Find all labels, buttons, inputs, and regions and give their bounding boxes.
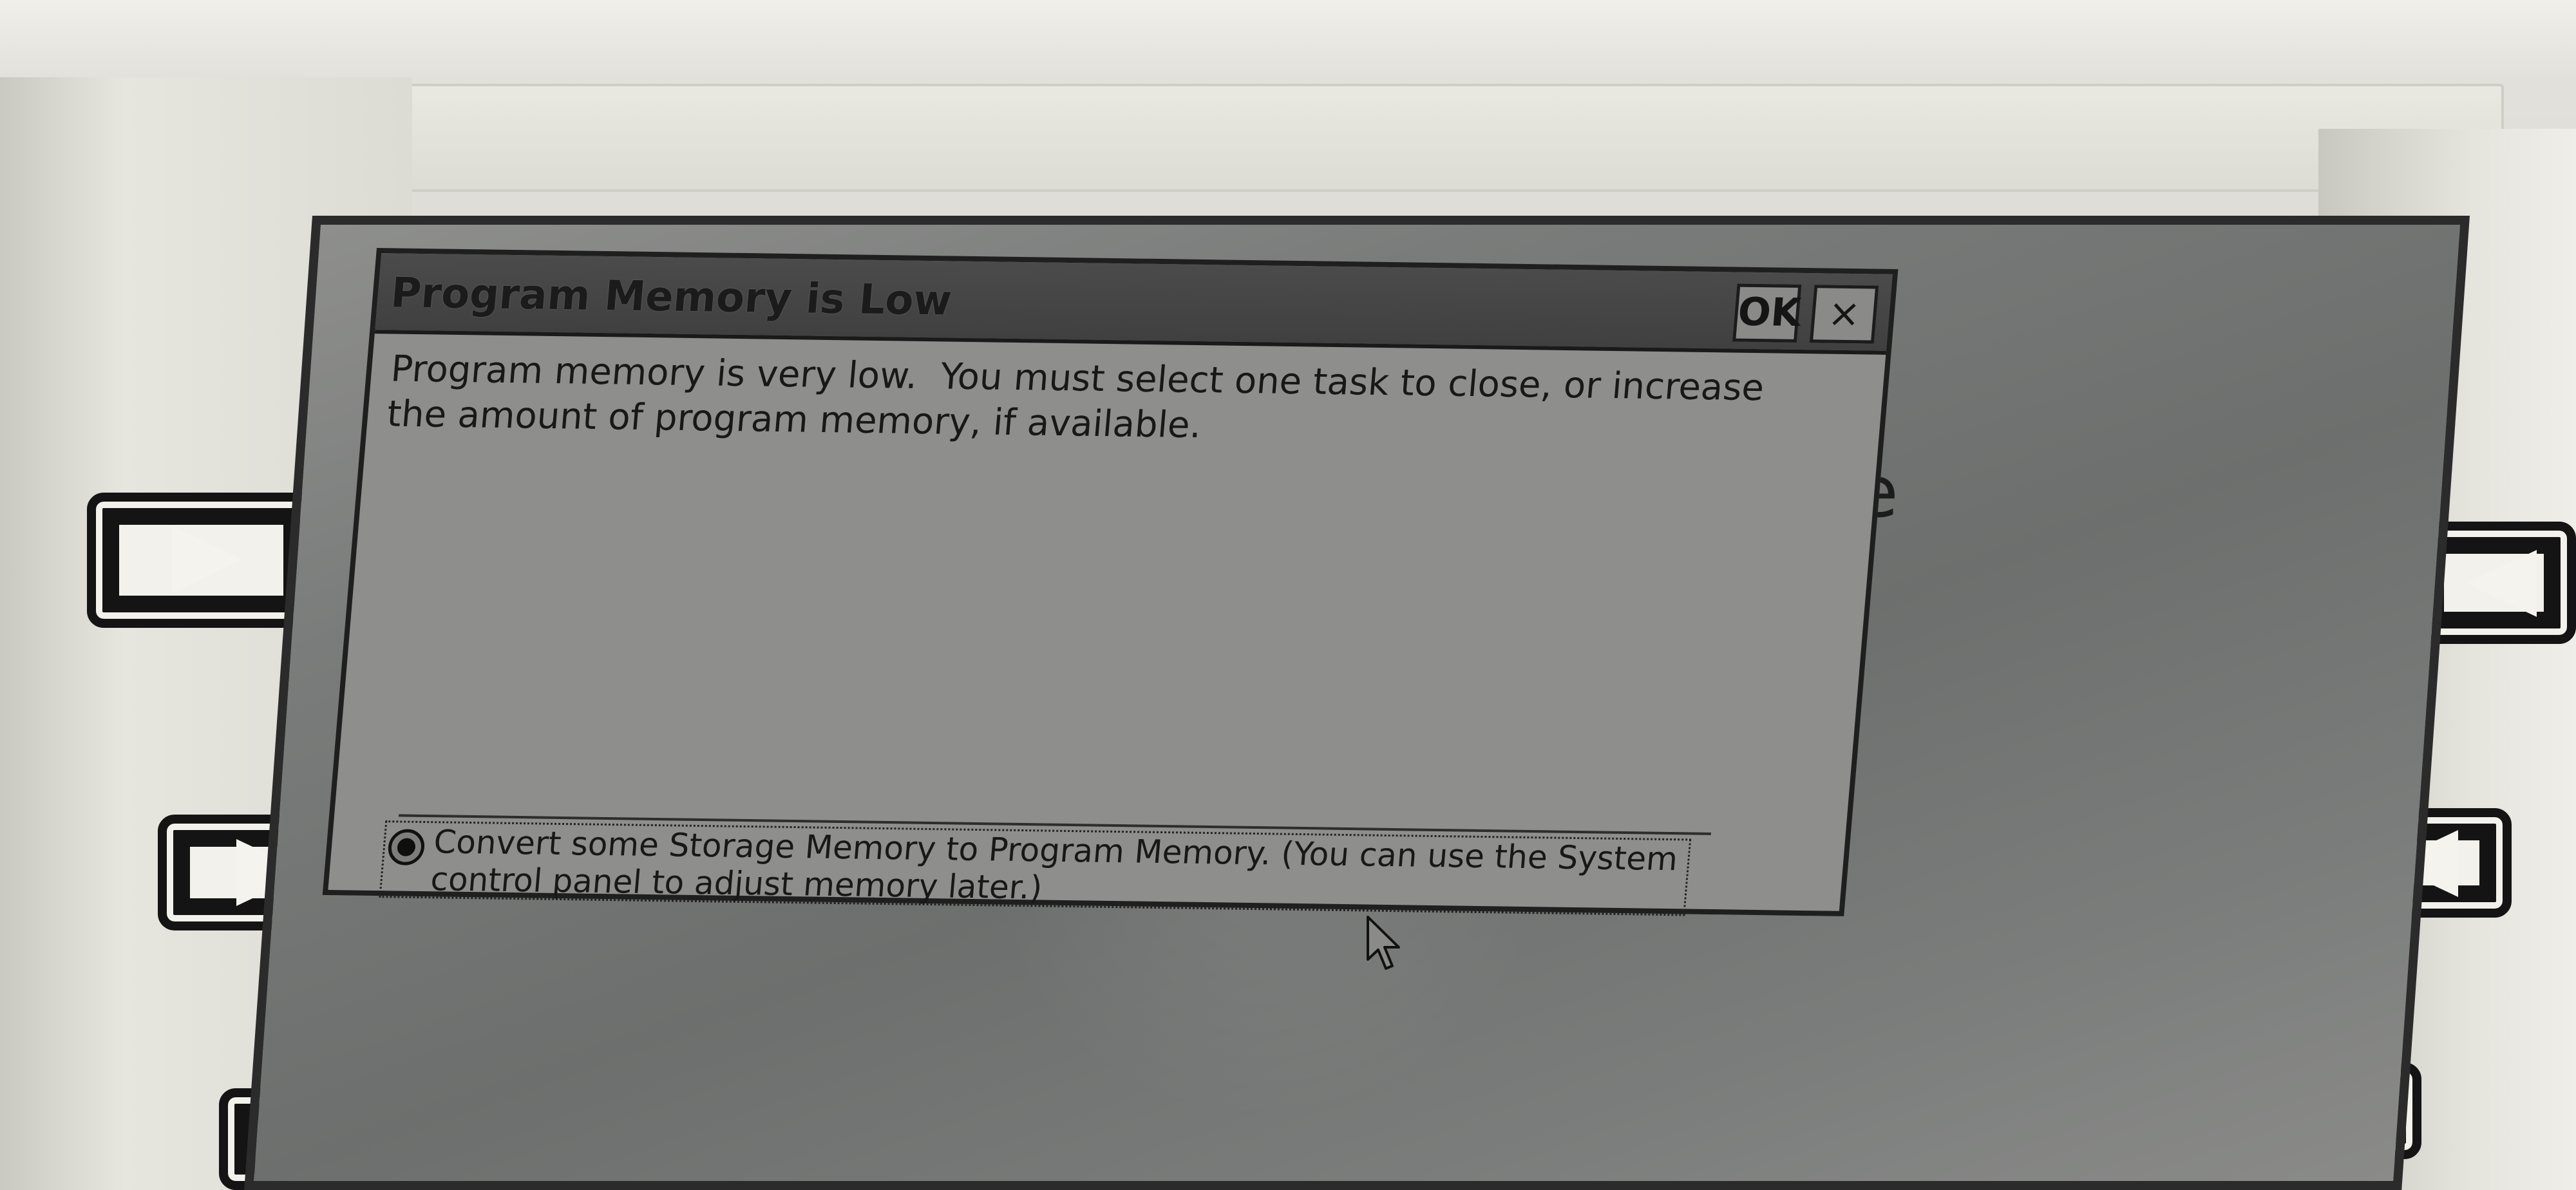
- mouse-pointer-icon: [1367, 916, 1400, 970]
- dialog-message: Program memory is very low. You must sel…: [385, 348, 1766, 447]
- close-button[interactable]: ×: [1809, 285, 1879, 344]
- dialog-body: Program memory is very low. You must sel…: [327, 334, 1886, 918]
- hmi-device-photo: e Program Memory is Low OK × Program mem…: [0, 0, 2576, 1190]
- arrow-left-icon: [2466, 550, 2537, 617]
- radio-selected-icon[interactable]: [386, 829, 426, 866]
- arrow-right-icon: [172, 526, 243, 593]
- low-memory-dialog: Program Memory is Low OK × Program memor…: [322, 248, 1899, 918]
- dialog-title: Program Memory is Low: [388, 269, 954, 325]
- ok-button[interactable]: OK: [1732, 283, 1803, 343]
- device-top-recess: [283, 84, 2504, 192]
- left-softkey-1[interactable]: [87, 493, 316, 628]
- radio-dot: [396, 838, 417, 856]
- device-top-bezel: [0, 0, 2576, 77]
